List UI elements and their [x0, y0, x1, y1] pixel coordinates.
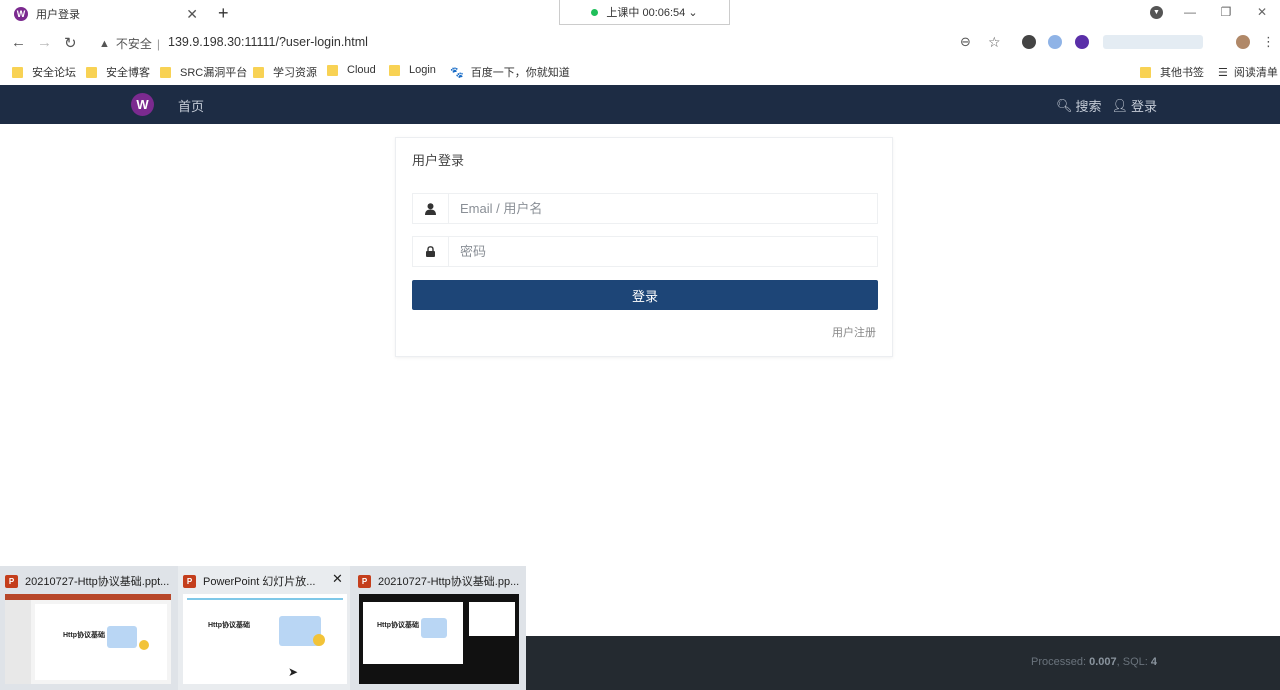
extension-arrow-icon[interactable] — [1075, 35, 1089, 49]
search-icon: 🔍︎ — [1056, 97, 1073, 113]
lock-icon — [413, 237, 449, 266]
url-input[interactable]: 139.9.198.30:11111/?user-login.html — [168, 35, 368, 49]
restore-icon[interactable]: ❐ — [1208, 0, 1244, 26]
bookmark-item[interactable]: 学习资源 — [253, 64, 317, 80]
baidu-paw-icon: 🐾 — [450, 66, 464, 79]
site-favicon-icon: W — [14, 7, 28, 21]
close-tab-icon[interactable]: ✕ — [186, 6, 198, 23]
preview-header: P 20210727-Http协议基础.ppt... — [5, 573, 169, 589]
browser-tab[interactable]: W 用户登录 ✕ — [0, 0, 210, 28]
preview-header: P PowerPoint 幻灯片放... — [183, 573, 315, 589]
bookmark-item[interactable]: 安全论坛 — [12, 64, 76, 80]
user-icon — [413, 194, 449, 223]
extensions-toolbar[interactable] — [1103, 35, 1203, 49]
window-controls: — ❐ ✕ — [1172, 0, 1280, 26]
slide-canvas: Http协议基础 — [35, 604, 167, 680]
reading-list-icon: ☰ — [1218, 66, 1228, 79]
bookmark-item[interactable]: Cloud — [327, 64, 376, 76]
back-arrow-icon[interactable]: ← — [11, 34, 26, 51]
bookmark-item[interactable]: 🐾 百度一下，你就知道 — [450, 64, 570, 80]
powerpoint-icon: P — [183, 574, 196, 588]
recording-text: 上课中 00:06:54 ⌄ — [606, 7, 698, 19]
site-navbar: W 首页 🔍︎ 搜索 👤︎ 登录 — [0, 85, 1280, 124]
nav-right-links: 🔍︎ 搜索 👤︎ 登录 — [1056, 96, 1157, 115]
login-submit-button[interactable]: 登录 — [412, 280, 878, 310]
powerpoint-icon: P — [358, 574, 371, 588]
warning-triangle-icon: ▲ — [99, 37, 110, 50]
password-input[interactable] — [449, 237, 877, 266]
folder-icon — [389, 64, 400, 76]
preview-thumbnail: Http协议基础 ➤ — [183, 594, 347, 684]
folder-icon — [86, 66, 97, 78]
taskbar-window-previews: P 20210727-Http协议基础.ppt... Http协议基础 P Po… — [0, 566, 526, 690]
login-title: 用户登录 — [412, 153, 465, 168]
profile-dropdown-icon[interactable]: ▼ — [1150, 6, 1163, 19]
zoom-icon[interactable]: ⊖ — [960, 34, 971, 50]
preview-header: P 20210727-Http协议基础.pp... — [358, 573, 519, 589]
slide-sidebar — [5, 600, 31, 684]
reload-icon[interactable]: ↻ — [64, 34, 77, 52]
nav-search-link[interactable]: 🔍︎ 搜索 — [1056, 96, 1102, 115]
register-link[interactable]: 用户注册 — [832, 324, 876, 340]
address-bar-row: ← → ↻ ▲ 不安全 | 139.9.198.30:11111/?user-l… — [0, 28, 1280, 58]
recording-indicator[interactable]: 上课中 00:06:54 ⌄ — [559, 0, 730, 25]
login-panel: 用户登录 登录 用户注册 — [395, 137, 893, 357]
nav-home-link[interactable]: 首页 — [178, 96, 204, 115]
recording-dot-icon — [591, 8, 599, 16]
new-tab-plus-icon[interactable]: + — [218, 3, 229, 24]
close-preview-icon[interactable]: ✕ — [332, 571, 343, 587]
username-input[interactable] — [449, 194, 877, 223]
window-close-icon[interactable]: ✕ — [1244, 0, 1280, 26]
bookmark-item[interactable]: 安全博客 — [86, 64, 150, 80]
user-icon: 👤︎ — [1111, 97, 1129, 113]
slide-person-icon — [313, 634, 325, 646]
url-divider: | — [156, 36, 161, 51]
bookmarks-bar: 安全论坛 安全博客 SRC漏洞平台 学习资源 Cloud Login 🐾 百度一下… — [0, 60, 1280, 84]
bookmark-star-icon[interactable]: ☆ — [988, 34, 1001, 51]
profile-avatar[interactable] — [1236, 35, 1250, 49]
preview-thumbnail: Http协议基础 — [359, 594, 519, 684]
next-slide-preview — [469, 602, 515, 636]
slide-canvas: Http协议基础 — [363, 602, 463, 664]
folder-icon — [327, 64, 338, 76]
browser-tab-strip: W 用户登录 ✕ + 上课中 00:06:54 ⌄ ▼ — ❐ ✕ — [0, 0, 1280, 28]
tab-title: 用户登录 — [36, 9, 80, 21]
extension-icon[interactable] — [1022, 35, 1036, 49]
bookmark-item[interactable]: SRC漏洞平台 — [160, 64, 247, 80]
folder-icon — [12, 66, 23, 78]
folder-icon — [160, 66, 171, 78]
site-logo[interactable]: W — [131, 93, 154, 116]
slide-illustration — [421, 618, 447, 638]
window-preview[interactable]: P PowerPoint 幻灯片放... ✕ Http协议基础 ➤ — [178, 566, 350, 690]
slide-illustration — [107, 626, 137, 648]
footer-stats: Processed: 0.007, SQL: 4 — [1031, 656, 1158, 668]
reading-list[interactable]: ☰ 阅读清单 — [1218, 64, 1278, 80]
other-bookmarks[interactable]: 其他书签 — [1140, 64, 1204, 80]
bookmark-item[interactable]: Login — [389, 64, 436, 76]
mouse-cursor-icon: ➤ — [288, 665, 299, 679]
nav-login-link[interactable]: 👤︎ 登录 — [1112, 96, 1158, 115]
slide-person-icon — [139, 640, 149, 650]
powerpoint-icon: P — [5, 574, 18, 588]
folder-icon — [1140, 66, 1151, 78]
password-field — [412, 236, 878, 267]
insecure-label: 不安全 — [115, 37, 152, 51]
preview-thumbnail: Http协议基础 — [5, 594, 171, 684]
window-preview[interactable]: P 20210727-Http协议基础.ppt... Http协议基础 — [0, 566, 176, 690]
forward-arrow-icon[interactable]: → — [37, 34, 52, 51]
security-indicator[interactable]: ▲ 不安全 | — [99, 35, 160, 52]
username-field — [412, 193, 878, 224]
minimize-icon[interactable]: — — [1172, 0, 1208, 26]
more-menu-icon[interactable]: ⋮ — [1262, 34, 1275, 50]
folder-icon — [253, 66, 264, 78]
window-preview[interactable]: P 20210727-Http协议基础.pp... Http协议基础 — [353, 566, 526, 690]
extension-translate-icon[interactable] — [1048, 35, 1062, 49]
slide-header-line — [187, 598, 343, 600]
